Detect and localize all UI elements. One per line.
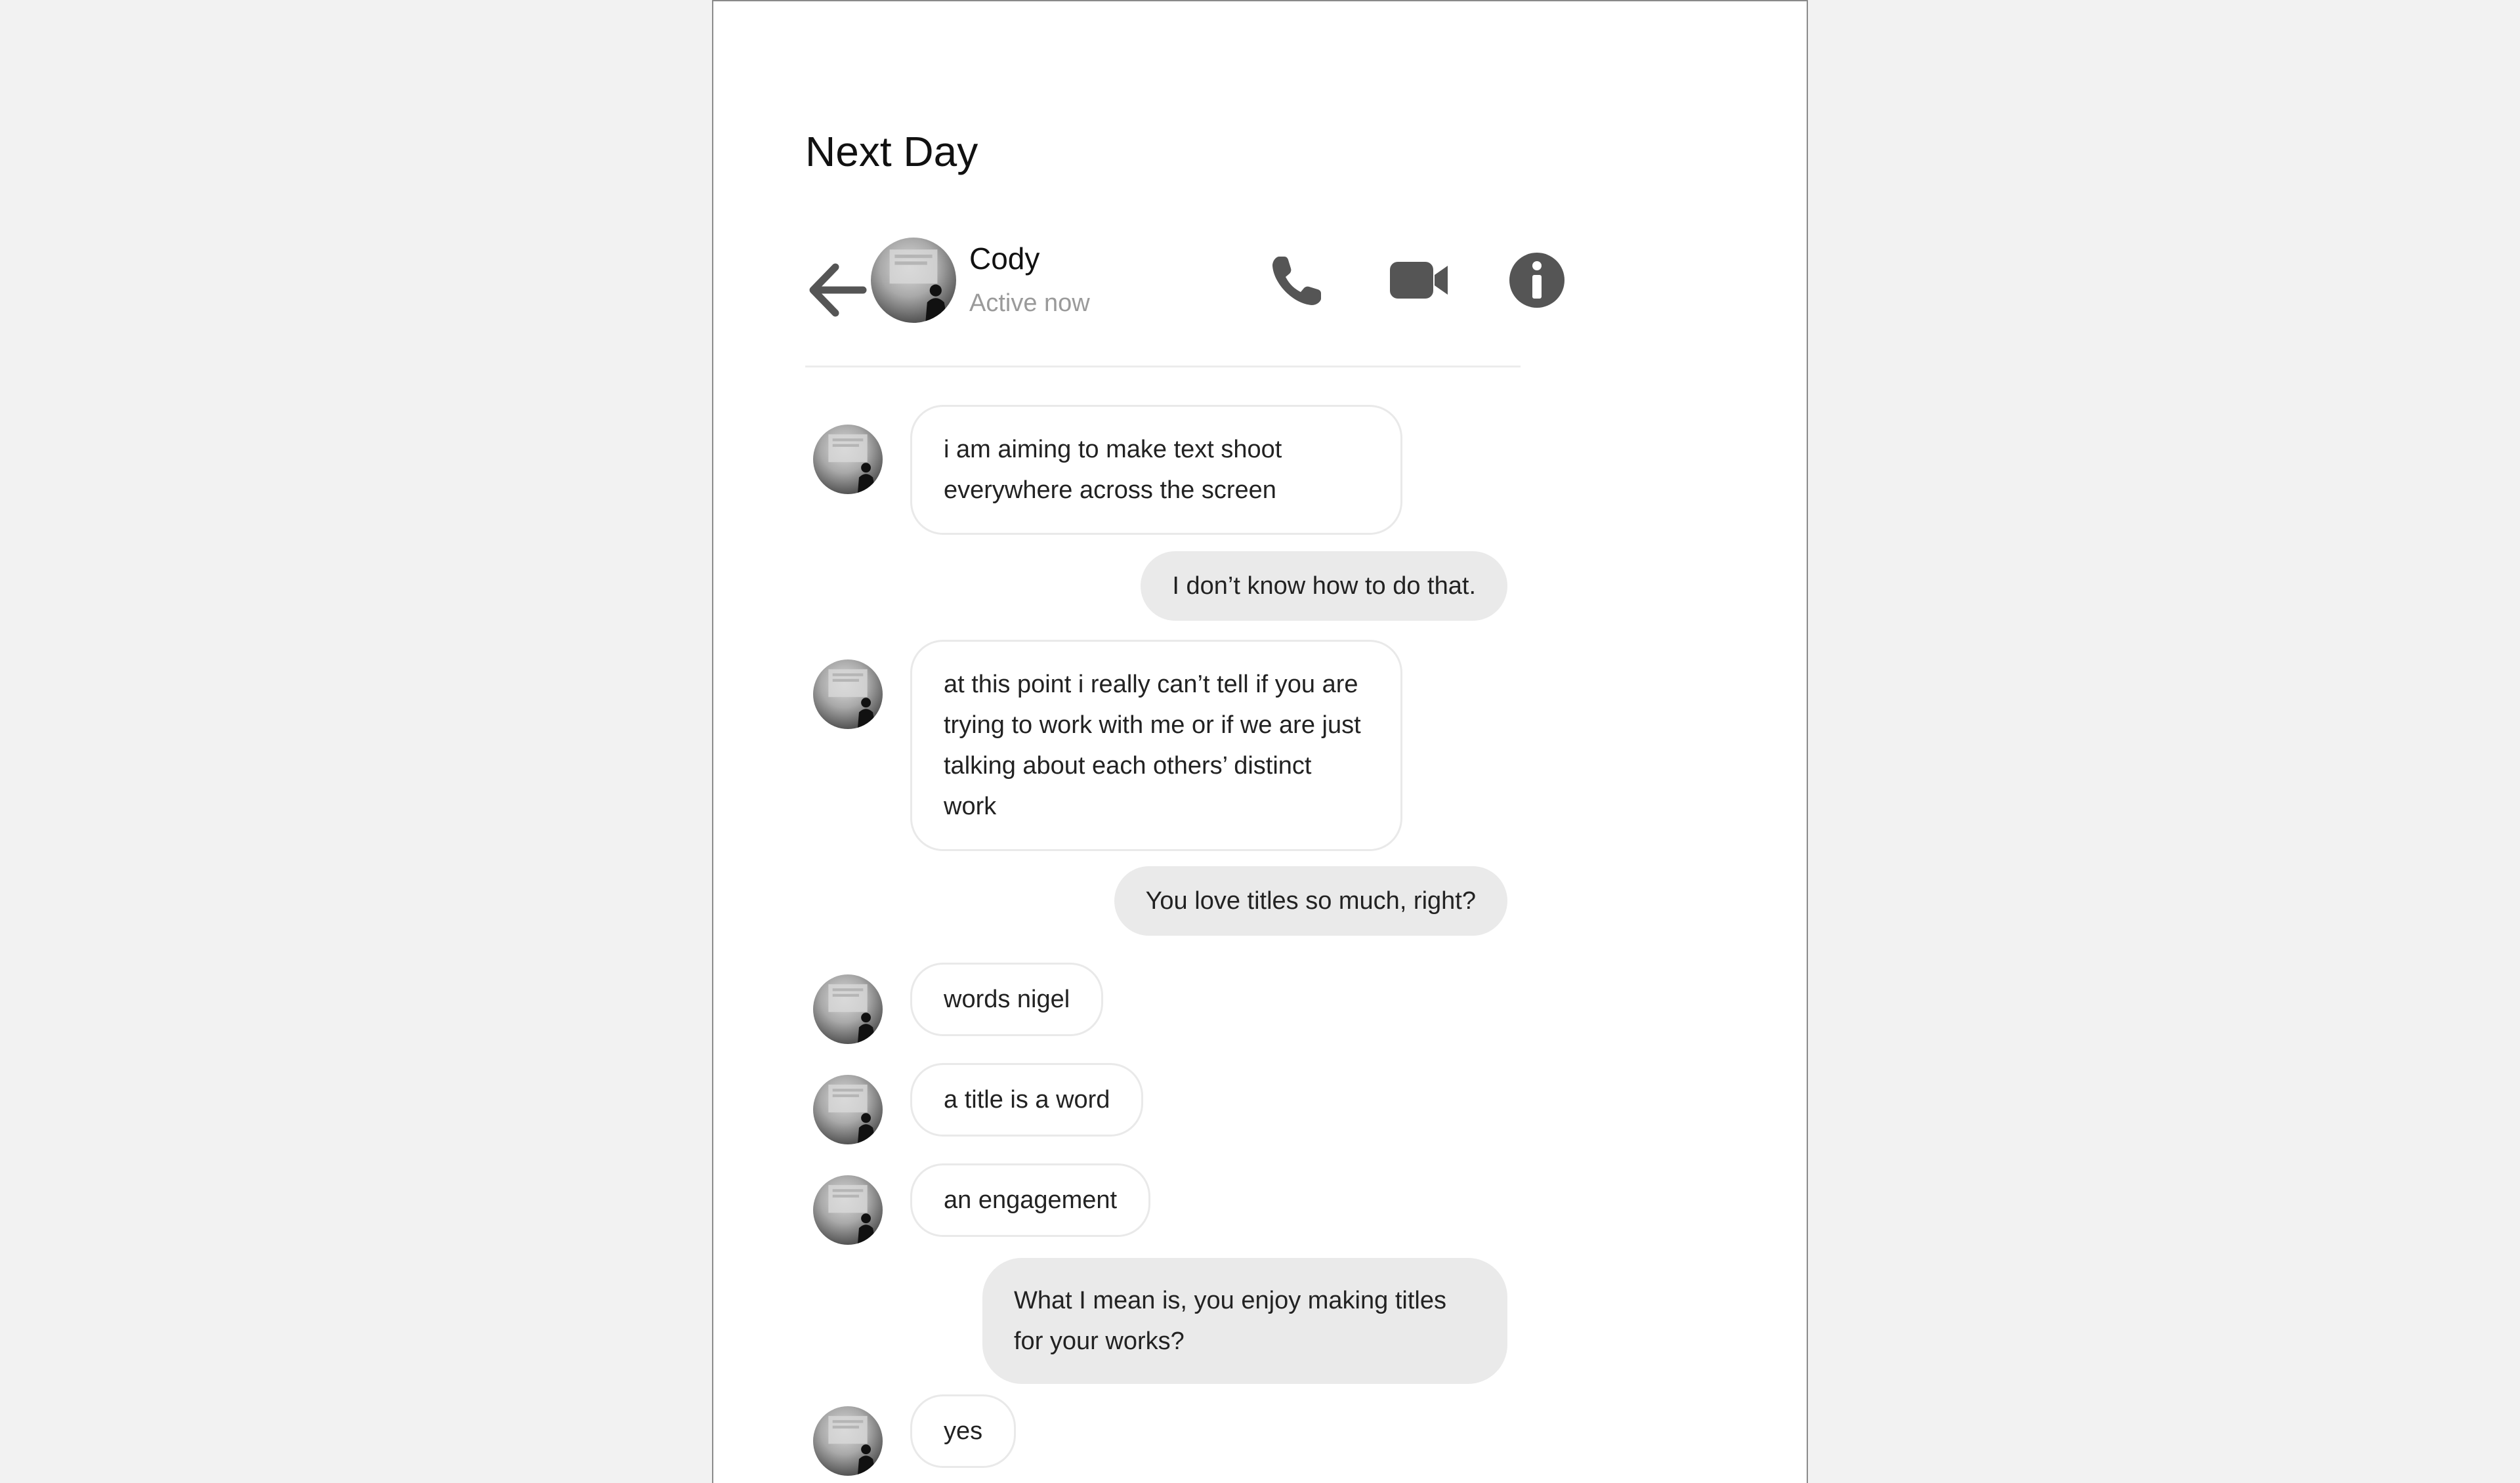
- message-bubble-incoming[interactable]: an engagement: [910, 1163, 1151, 1237]
- phone-icon[interactable]: [1265, 247, 1330, 313]
- conversation-page: Next Day Cody Active now i am aiming to …: [712, 0, 1808, 1483]
- video-camera-icon[interactable]: [1386, 247, 1452, 313]
- message-bubble-outgoing[interactable]: I don’t know how to do that.: [1141, 551, 1507, 621]
- avatar: [813, 974, 883, 1044]
- avatar: [813, 1075, 883, 1144]
- message-bubble-outgoing[interactable]: You love titles so much, right?: [1114, 866, 1507, 936]
- message-bubble-incoming[interactable]: a title is a word: [910, 1063, 1144, 1137]
- message-bubble-incoming[interactable]: yes: [910, 1394, 1017, 1468]
- avatar: [813, 659, 883, 729]
- message-bubble-incoming[interactable]: i am aiming to make text shoot everywher…: [910, 405, 1402, 535]
- message-bubble-incoming[interactable]: at this point i really can’t tell if you…: [910, 640, 1402, 851]
- avatar: [813, 1175, 883, 1245]
- contact-status: Active now: [969, 289, 1090, 317]
- contact-name: Cody: [969, 241, 1040, 276]
- chat-header: Cody Active now: [805, 234, 1564, 367]
- page-title: Next Day: [805, 128, 978, 175]
- message-bubble-outgoing[interactable]: What I mean is, you enjoy making titles …: [982, 1258, 1507, 1384]
- avatar[interactable]: [871, 238, 956, 323]
- avatar: [813, 425, 883, 494]
- avatar: [813, 1406, 883, 1476]
- message-bubble-incoming[interactable]: words nigel: [910, 963, 1104, 1036]
- back-arrow-icon[interactable]: [805, 254, 871, 326]
- info-icon[interactable]: [1504, 247, 1570, 313]
